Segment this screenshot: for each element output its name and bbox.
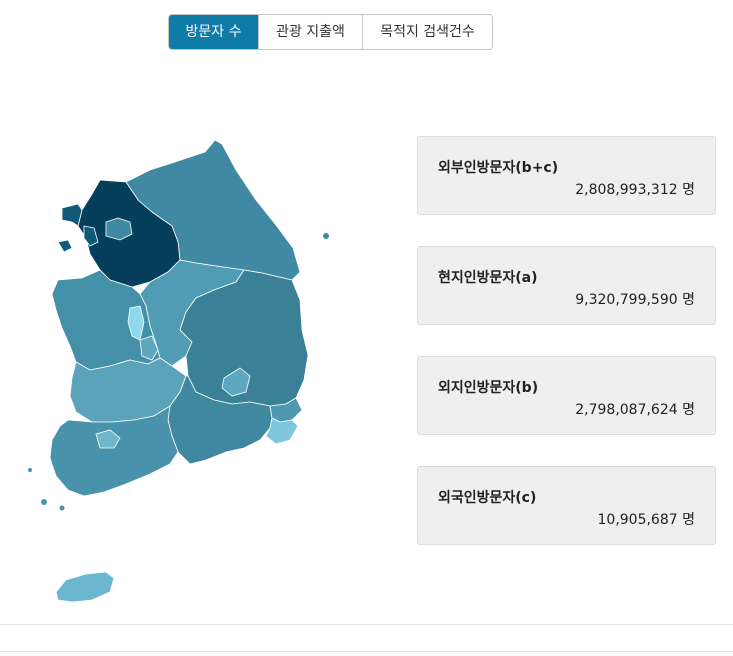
region-island-ulleung [323,233,329,239]
region-island-sw-2 [59,505,65,511]
tab-visitors[interactable]: 방문자 수 [169,15,258,49]
divider [0,624,733,625]
summary-card-local-visitors: 현지인방문자(a) 9,320,799,590 명 [417,246,716,325]
card-value: 2,798,087,624 명 [575,402,695,418]
summary-card-external-visitors: 외부인방문자(b+c) 2,808,993,312 명 [417,136,716,215]
tab-tourism-spending[interactable]: 관광 지출액 [258,15,362,49]
summary-card-foreign-visitors: 외국인방문자(c) 10,905,687 명 [417,466,716,545]
card-title: 외지인방문자(b) [438,380,539,396]
metric-tabs: 방문자 수 관광 지출액 목적지 검색건수 [168,14,493,50]
card-title: 외부인방문자(b+c) [438,160,559,176]
divider [0,651,733,652]
korea-region-map [0,130,330,610]
region-island-sw-1 [41,499,47,505]
map-svg [28,139,329,603]
card-value: 9,320,799,590 명 [575,292,695,308]
card-title: 현지인방문자(a) [438,270,538,286]
card-value: 10,905,687 명 [597,512,696,528]
card-value: 2,808,993,312 명 [575,182,695,198]
summary-card-out-of-region-visitors: 외지인방문자(b) 2,798,087,624 명 [417,356,716,435]
region-island-sw-3 [28,468,32,472]
tab-destination-searches[interactable]: 목적지 검색건수 [362,15,492,49]
region-jeju[interactable] [55,571,115,603]
card-title: 외국인방문자(c) [438,490,537,506]
